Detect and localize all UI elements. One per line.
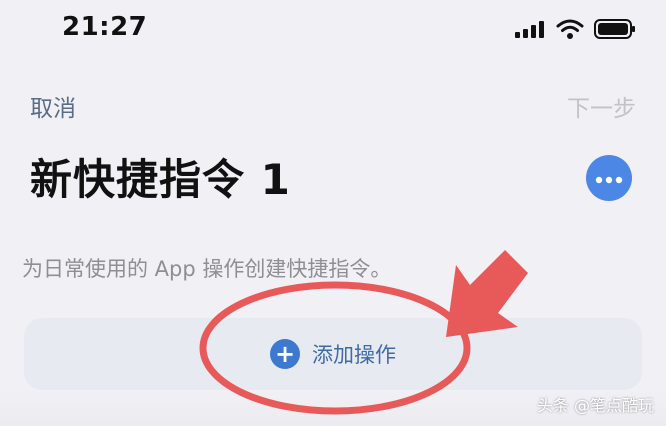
add-action-label: 添加操作 [312,343,396,367]
subtitle: 为日常使用的 App 操作创建快捷指令。 [22,257,392,281]
cellular-signal-icon [514,19,546,43]
more-options-button[interactable] [586,155,632,201]
next-button[interactable]: 下一步 [567,89,636,123]
add-action-button[interactable]: + 添加操作 [24,318,642,390]
wifi-icon [556,18,584,44]
status-time: 21:27 [62,12,148,42]
plus-circle-icon: + [270,339,300,369]
ellipsis-icon [595,169,623,188]
status-icons [514,18,636,44]
cancel-button[interactable]: 取消 [30,89,76,123]
page-title: 新快捷指令 1 [30,155,291,204]
battery-icon [594,18,636,44]
watermark: 头条 @笔点酷玩 [536,396,654,415]
status-bar: 21:27 [0,0,666,62]
